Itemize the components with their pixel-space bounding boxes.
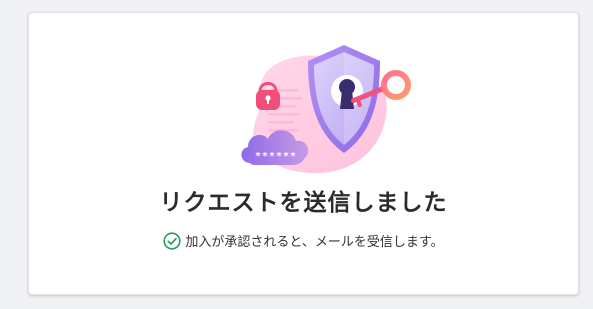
security-illustration: ****** bbox=[241, 45, 411, 174]
status-message-text: 加入が承認されると、メールを受信します。 bbox=[185, 235, 444, 250]
password-mask-text: ****** bbox=[255, 151, 297, 162]
status-message: 加入が承認されると、メールを受信します。 bbox=[29, 231, 578, 250]
confirmation-card: ****** リクエストを送信しました 加入が承認されると、メールを受信します。 bbox=[28, 12, 579, 295]
check-circle-icon bbox=[163, 231, 182, 250]
page-title: リクエストを送信しました bbox=[159, 190, 448, 216]
